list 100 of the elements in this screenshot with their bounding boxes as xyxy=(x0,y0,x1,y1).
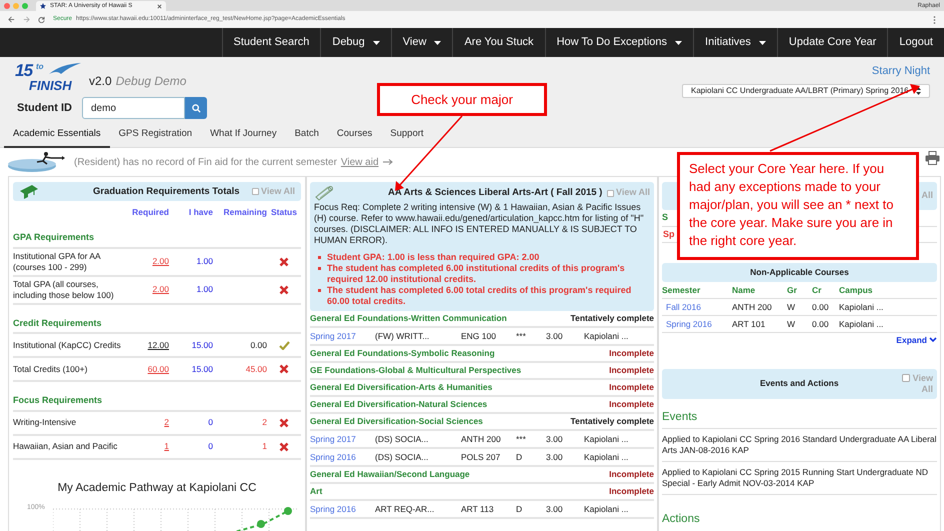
column-header: Name xyxy=(732,284,756,297)
campus: Kapiolani ... xyxy=(839,318,884,330)
credits: 0.00 xyxy=(812,300,830,314)
cross-icon xyxy=(279,256,289,267)
field-label: Student ID xyxy=(17,100,72,116)
panel-title: Non-Applicable Courses xyxy=(750,266,849,280)
column-header: Gr xyxy=(787,284,798,297)
required-value[interactable]: 2 xyxy=(127,416,169,429)
requirement-group: Art xyxy=(310,485,322,498)
alert-text: Student GPA: 1.00 is less than required GPA: 2.00 xyxy=(327,252,540,263)
callout-box: Check your major xyxy=(377,83,547,116)
checkbox-icon[interactable] xyxy=(902,374,910,382)
course-title: ART REQ-AR... xyxy=(375,502,436,516)
chevron-down-icon xyxy=(929,337,937,344)
column-header: Remaining xyxy=(222,206,267,220)
close-window-icon[interactable] xyxy=(4,2,10,8)
semester-link[interactable]: Fall 2016 xyxy=(662,300,732,314)
checkbox-icon[interactable] xyxy=(606,190,614,196)
required-value[interactable]: 2.00 xyxy=(127,255,169,268)
semester-link[interactable]: Spring 2016 xyxy=(662,318,732,330)
requirement-label: Institutional GPA for AA (courses 100 - 299) xyxy=(13,250,102,273)
callout-box: Select your Core Year here. If you had any exceptions made to your major/plan, you will see an * next to the core year. Make sure you are in the right core year. xyxy=(677,152,919,260)
bullet-icon xyxy=(318,256,321,259)
expand-link[interactable]: Expand xyxy=(896,334,937,347)
status-text: Incomplete xyxy=(609,347,654,360)
required-value[interactable]: 2.00 xyxy=(127,283,169,296)
student-id-field[interactable]: demo xyxy=(82,97,185,119)
semester-link[interactable]: Spring 2016 xyxy=(310,450,375,464)
course-code: POLS 207 xyxy=(461,450,502,464)
course-title: (DS) SOCIA... xyxy=(375,450,430,464)
cross-icon xyxy=(279,364,289,374)
credits: 3.00 xyxy=(546,432,564,446)
have-value: 0 xyxy=(207,416,213,429)
panel-title: Graduation Requirements Totals xyxy=(93,184,240,199)
have-value: 1.00 xyxy=(195,283,213,296)
campus: Kapiolani ... xyxy=(583,330,630,342)
requirement-group: General Ed Foundations-Written Communication xyxy=(310,312,507,325)
view-aid-link[interactable]: View aid xyxy=(340,154,379,170)
semester-link[interactable]: Spring 2017 xyxy=(310,330,375,342)
grade: D xyxy=(516,502,524,516)
section-heading: Actions xyxy=(662,512,701,527)
menu-icon[interactable] xyxy=(933,16,936,24)
required-value[interactable]: 12.00 xyxy=(127,338,169,352)
credits: 3.00 xyxy=(546,450,564,464)
requirement-group: GE Foundations-Global & Multicultural Perspectives xyxy=(310,364,522,377)
column-header: I have xyxy=(188,206,213,220)
semester-link[interactable]: Spring 2016 xyxy=(310,502,375,516)
remaining-value: 45.00 xyxy=(244,362,267,376)
grade: *** xyxy=(516,432,527,446)
tab[interactable]: Batch xyxy=(286,123,328,148)
search-button[interactable] xyxy=(185,97,207,119)
requirement-label: Total GPA (all courses, including those below 100) xyxy=(13,278,115,301)
status-text: Incomplete xyxy=(609,398,654,411)
column-header: Campus xyxy=(839,284,874,297)
grade: W xyxy=(787,300,796,314)
section-heading: Credit Requirements xyxy=(13,316,301,334)
subtitle: Debug Demo xyxy=(116,73,186,90)
checkbox-icon[interactable] xyxy=(252,188,259,196)
status-text: Incomplete xyxy=(609,364,654,377)
reload-icon[interactable] xyxy=(38,16,45,23)
semester-link[interactable]: Spring 2017 xyxy=(310,432,375,446)
section-heading: Events xyxy=(662,408,937,429)
requirement-group: General Ed Diversification-Arts & Humanities xyxy=(310,381,492,394)
required-value[interactable]: 1 xyxy=(127,440,169,453)
course-code: ANTH 200 xyxy=(461,432,502,446)
tab[interactable]: GPS Registration xyxy=(110,123,202,148)
version-label: v2.0 xyxy=(89,73,112,90)
grade: D xyxy=(516,450,524,464)
status-text: Tentatively complete xyxy=(570,312,654,325)
campus: Kapiolani ... xyxy=(583,450,630,464)
arrow-right-icon xyxy=(382,159,393,165)
minimize-window-icon[interactable] xyxy=(13,2,19,8)
graduation-cap-icon xyxy=(19,182,39,201)
user-name[interactable]: Starry Night xyxy=(872,63,930,80)
have-value: 1.00 xyxy=(195,255,213,268)
required-value[interactable]: 60.00 xyxy=(127,362,169,376)
tab[interactable]: Courses xyxy=(328,123,382,148)
logo: 15 to FINISH xyxy=(15,62,85,94)
cross-icon xyxy=(279,442,289,452)
printer-icon[interactable] xyxy=(925,151,940,165)
column-header: Semester xyxy=(662,284,702,297)
diploma-icon xyxy=(314,185,334,201)
row-text: Sp xyxy=(663,228,675,241)
back-icon[interactable] xyxy=(8,16,15,23)
tab[interactable]: Support xyxy=(381,123,433,148)
credits: 0.00 xyxy=(812,318,830,330)
forward-icon[interactable] xyxy=(23,16,30,23)
column-header: Required xyxy=(131,206,169,220)
bullet-icon xyxy=(318,267,321,270)
event-text: Applied to Kapiolani CC Spring 2015 Running Start Undergraduate ND Special - Early Admit NOV-03-2014 KAP xyxy=(662,462,937,495)
campus: Kapiolani ... xyxy=(583,432,630,446)
bullet-icon xyxy=(318,289,321,292)
maximize-window-icon[interactable] xyxy=(22,2,28,8)
requirement-label: Total Credits (100+) xyxy=(13,364,88,375)
course-title: (DS) SOCIA... xyxy=(375,432,430,446)
tab[interactable]: What If Journey xyxy=(201,123,286,148)
event-text: Applied to Kapiolani CC Spring 2016 Standard Undergraduate AA Liberal Arts JAN-08-2016 KAP xyxy=(662,428,937,462)
column-header: Cr xyxy=(812,284,822,297)
requirement-label: Institutional (KapCC) Credits xyxy=(13,340,122,351)
close-tab-icon[interactable] xyxy=(157,4,162,8)
